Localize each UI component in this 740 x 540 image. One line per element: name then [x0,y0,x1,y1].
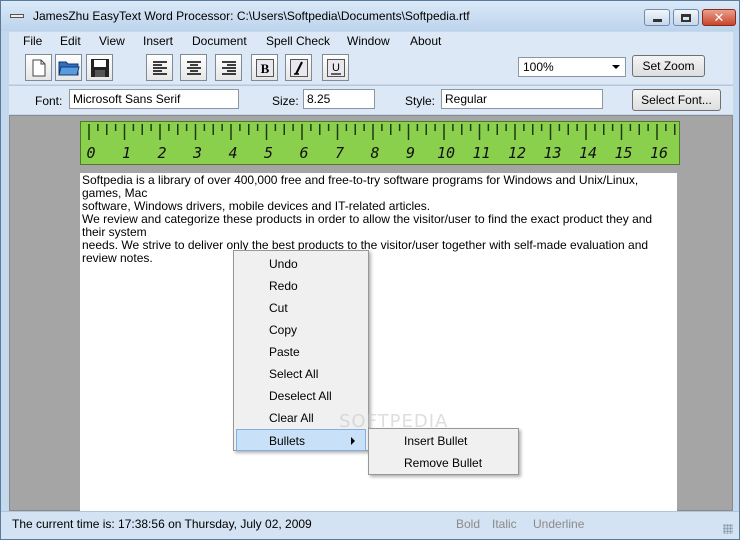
ruler-number: 8 [370,144,380,162]
menu-document[interactable]: Document [192,34,247,48]
minimize-button[interactable] [644,9,670,26]
bold-icon: B [255,58,274,77]
new-file-button[interactable] [25,54,52,81]
zoom-value: 100% [523,60,554,74]
submenu-insert-bullet[interactable]: Insert Bullet [371,430,516,452]
ruler-number: 6 [299,144,309,162]
ruler-number: 16 [649,144,669,162]
italic-button[interactable] [285,54,312,81]
align-right-icon [221,60,236,75]
maximize-button[interactable] [673,9,699,26]
close-icon: ✕ [713,10,725,25]
chevron-right-icon [351,437,355,445]
ctx-copy[interactable]: Copy [236,319,366,341]
ruler-number: 7 [334,144,345,162]
doc-paragraph-2: We review and categorize these products … [82,212,653,265]
status-time: The current time is: 17:38:56 on Thursda… [12,517,312,531]
ctx-deselect-all[interactable]: Deselect All [236,385,366,407]
ruler-number: 15 [614,144,633,162]
ruler-number: 4 [228,144,238,162]
status-bold: Bold [456,517,481,531]
style-label: Style: [405,94,436,108]
menu-view[interactable]: View [99,34,125,48]
status-italic: Italic [492,517,517,531]
app-window: JamesZhu EasyText Word Processor: C:\Use… [0,0,740,540]
align-center-button[interactable] [180,54,207,81]
submenu-remove-bullet[interactable]: Remove Bullet [371,452,516,474]
menu-window[interactable]: Window [347,34,390,48]
status-underline: Underline [533,517,585,531]
menu-edit[interactable]: Edit [60,34,81,48]
ctx-cut[interactable]: Cut [236,297,366,319]
ruler-number: 12 [507,144,527,162]
ctx-paste[interactable]: Paste [236,341,366,363]
doc-paragraph-1: Softpedia is a library of over 400,000 f… [82,173,639,213]
menu-bar: File Edit View Insert Document Spell Che… [9,32,733,52]
ruler-number: 3 [192,144,203,162]
italic-icon [289,58,308,77]
ruler-number: 5 [263,144,274,162]
menu-insert[interactable]: Insert [143,34,173,48]
menu-spell-check[interactable]: Spell Check [266,34,330,48]
ruler-number: 13 [543,144,562,162]
close-button[interactable]: ✕ [702,9,736,26]
ctx-undo[interactable]: Undo [236,253,366,275]
ctx-bullets[interactable]: Bullets [236,429,366,451]
ctx-select-all[interactable]: Select All [236,363,366,385]
ruler-number: 1 [121,144,132,162]
title-bar[interactable]: JamesZhu EasyText Word Processor: C:\Use… [1,1,739,31]
open-folder-button[interactable] [55,54,82,81]
font-field[interactable]: Microsoft Sans Serif [69,89,239,109]
app-icon[interactable] [10,14,24,18]
align-right-button[interactable] [215,54,242,81]
menu-about[interactable]: About [410,34,441,48]
size-field[interactable]: 8.25 [303,89,375,109]
chevron-down-icon [612,65,620,69]
svg-text:B: B [260,61,269,76]
ruler-number: 11 [472,144,491,162]
ctx-redo[interactable]: Redo [236,275,366,297]
window-title: JamesZhu EasyText Word Processor: C:\Use… [33,9,470,23]
align-center-icon [186,60,201,75]
ruler-number: 0 [86,144,96,162]
maximize-icon [681,13,691,22]
ruler-number: 10 [436,144,456,162]
style-field[interactable]: Regular [441,89,603,109]
bold-button[interactable]: B [251,54,278,81]
minimize-icon [652,18,662,22]
svg-text:U: U [332,62,340,74]
ruler[interactable]: 0 1 2 3 4 5 6 7 8 9 10 11 12 13 14 15 16 [80,121,680,165]
save-button[interactable] [86,54,113,81]
size-label: Size: [272,94,299,108]
toolbar: B U 100% Set Zoom [9,52,733,84]
ruler-number: 9 [405,144,416,162]
set-zoom-button[interactable]: Set Zoom [632,55,705,77]
ruler-number: 14 [578,144,598,162]
underline-button[interactable]: U [322,54,349,81]
select-font-button[interactable]: Select Font... [632,89,721,111]
align-left-icon [152,60,167,75]
ruler-number: 2 [157,144,167,162]
underline-icon: U [326,58,345,77]
open-folder-icon [57,61,80,75]
font-bar: Font: Microsoft Sans Serif Size: 8.25 St… [9,85,733,114]
watermark: SOFTPEDIA [339,411,449,432]
bullets-submenu: Insert Bullet Remove Bullet [368,428,519,475]
font-label: Font: [35,94,63,108]
new-file-icon [32,59,45,76]
menu-file[interactable]: File [23,34,42,48]
save-disk-icon [90,58,109,77]
align-left-button[interactable] [146,54,173,81]
resize-grip-icon[interactable] [723,524,733,534]
zoom-select[interactable]: 100% [518,57,626,77]
status-bar: The current time is: 17:38:56 on Thursda… [1,511,739,539]
